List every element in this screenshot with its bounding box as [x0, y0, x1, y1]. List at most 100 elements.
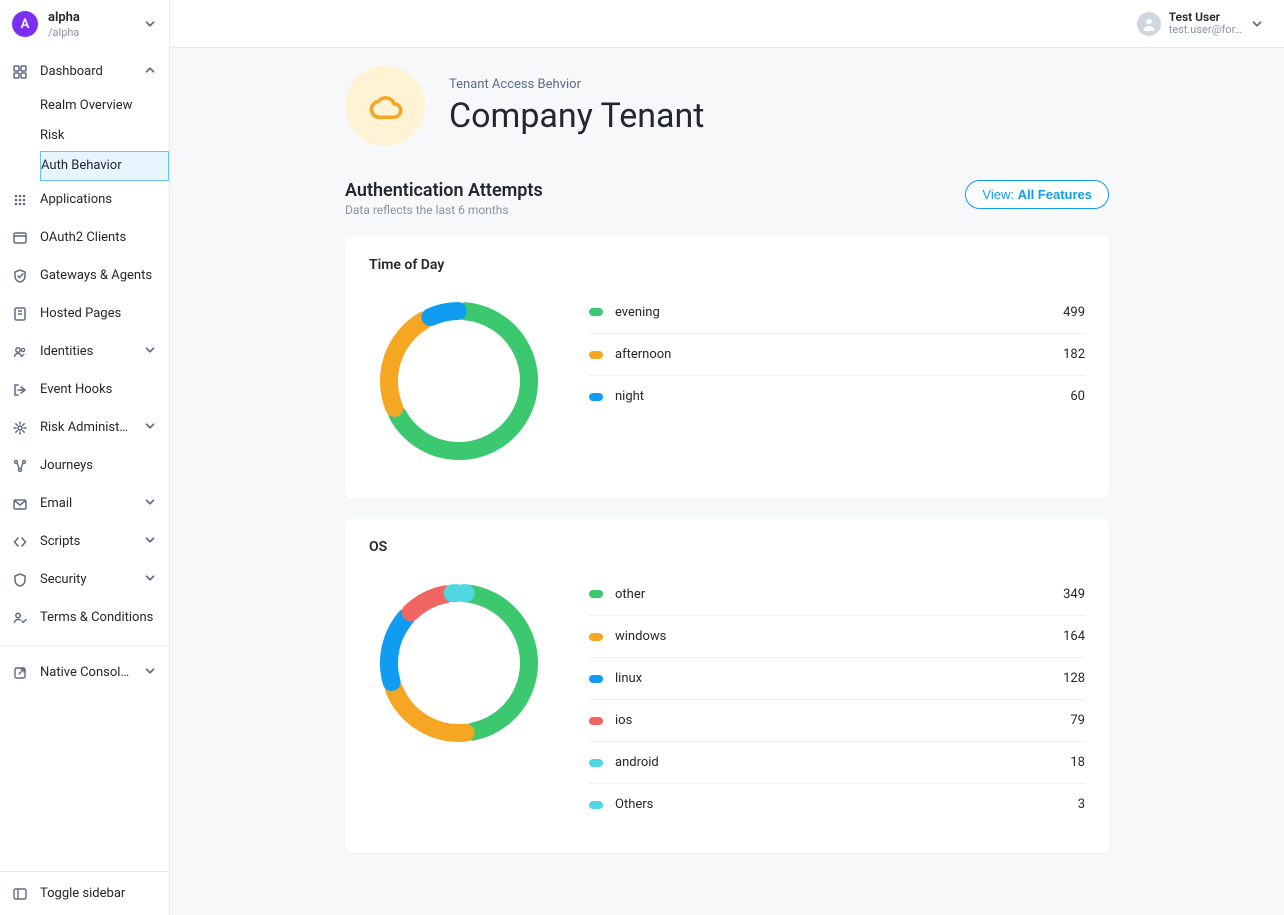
chevron-up-icon — [143, 63, 157, 81]
sidebar: A alpha /alpha Dashboard Realm Overview Ri… — [0, 0, 170, 915]
section-header: Authentication Attempts Data reflects th… — [345, 180, 1109, 217]
chevron-down-icon — [1250, 17, 1264, 31]
sidebar-item[interactable]: Native Consoles — [0, 654, 169, 692]
chevron-down-icon — [143, 571, 157, 589]
mail-icon — [12, 496, 28, 512]
legend-row: windows 164 — [589, 615, 1085, 657]
sidebar-item[interactable]: Gateways & Agents — [0, 257, 169, 295]
sidebar-item-label: Hosted Pages — [40, 306, 157, 321]
exit-icon — [12, 382, 28, 398]
donut-chart — [369, 291, 549, 471]
flow-icon — [12, 458, 28, 474]
sidebar-item-label: Dashboard — [40, 64, 131, 79]
sidebar-item[interactable]: Scripts — [0, 523, 169, 561]
legend-row: linux 128 — [589, 657, 1085, 699]
chevron-down-icon — [143, 343, 157, 361]
shield-o-icon — [12, 572, 28, 588]
legend-label: other — [615, 587, 1051, 602]
sidebar-icon — [12, 886, 28, 902]
legend-value: 349 — [1063, 587, 1085, 602]
sidebar-subitem[interactable]: Realm Overview — [40, 91, 169, 121]
section-title: Authentication Attempts — [345, 180, 543, 201]
legend-value: 18 — [1070, 755, 1085, 770]
legend-value: 3 — [1078, 797, 1085, 812]
user-email: test.user@for… — [1169, 24, 1242, 36]
user-menu[interactable]: Test User test.user@for… — [1137, 11, 1264, 36]
page-title: Company Tenant — [449, 96, 704, 136]
user-name: Test User — [1169, 11, 1242, 24]
donut-chart — [369, 573, 549, 753]
toggle-sidebar-label: Toggle sidebar — [40, 886, 125, 901]
legend-label: ios — [615, 713, 1058, 728]
chevron-down-icon — [143, 664, 157, 682]
sidebar-item[interactable]: OAuth2 Clients — [0, 219, 169, 257]
sidebar-item-label: Email — [40, 496, 131, 511]
legend-value: 182 — [1063, 347, 1085, 362]
sidebar-item-label: OAuth2 Clients — [40, 230, 157, 245]
sidebar-subitem-label: Realm Overview — [40, 98, 157, 113]
sidebar-subitem[interactable]: Auth Behavior — [40, 151, 169, 181]
sidebar-nav: Dashboard Realm Overview Risk Auth Behavior… — [0, 49, 169, 871]
legend-label: windows — [615, 629, 1051, 644]
legend-swatch — [589, 351, 603, 359]
legend-swatch — [589, 633, 603, 641]
sidebar-item[interactable]: Hosted Pages — [0, 295, 169, 333]
legend-value: 128 — [1063, 671, 1085, 686]
sidebar-item-label: Identities — [40, 344, 131, 359]
sidebar-item[interactable]: Identities — [0, 333, 169, 371]
legend-label: linux — [615, 671, 1051, 686]
view-filter-button[interactable]: View: All Features — [965, 180, 1109, 209]
sidebar-item[interactable]: Risk Administration — [0, 409, 169, 447]
apps-icon — [12, 192, 28, 208]
chart-card: Time of Dayevening499afternoon182night60 — [345, 237, 1109, 499]
sidebar-subitem[interactable]: Risk — [40, 121, 169, 151]
sidebar-item[interactable]: Terms & Conditions — [0, 599, 169, 637]
legend-row: android 18 — [589, 741, 1085, 783]
legend-swatch — [589, 717, 603, 725]
chart-card: OS other 349 windows 164 linux 128 ios 79 android… — [345, 519, 1109, 853]
legend-swatch — [589, 308, 603, 316]
legend-swatch — [589, 801, 603, 809]
sidebar-item-label: Scripts — [40, 534, 131, 549]
external-icon — [12, 665, 28, 681]
chevron-down-icon — [143, 419, 157, 437]
sidebar-divider — [0, 645, 169, 646]
page-header: Tenant Access Behvior Company Tenant — [345, 66, 1109, 146]
legend-value: 164 — [1063, 629, 1085, 644]
sidebar-item-label: Risk Administration — [40, 420, 131, 435]
sidebar-item[interactable]: Applications — [0, 181, 169, 219]
sidebar-item-label: Journeys — [40, 458, 157, 473]
content-scroll[interactable]: Tenant Access Behvior Company Tenant Aut… — [170, 48, 1284, 915]
sidebar-item-label: Applications — [40, 192, 157, 207]
legend-swatch — [589, 675, 603, 683]
tenant-switcher[interactable]: A alpha /alpha — [0, 0, 169, 49]
page-eyebrow: Tenant Access Behvior — [449, 77, 704, 92]
legend-row: evening499 — [589, 291, 1085, 333]
sidebar-item-label: Native Consoles — [40, 665, 131, 680]
sidebar-item[interactable]: Security — [0, 561, 169, 599]
tenant-path: /alpha — [48, 26, 133, 39]
sidebar-item[interactable]: Email — [0, 485, 169, 523]
page-icon — [12, 306, 28, 322]
legend-row: Others3 — [589, 783, 1085, 825]
legend-swatch — [589, 759, 603, 767]
sidebar-subitem-label: Risk — [40, 128, 157, 143]
legend-row: ios 79 — [589, 699, 1085, 741]
sidebar-item[interactable]: Journeys — [0, 447, 169, 485]
topbar: Test User test.user@for… — [170, 0, 1284, 48]
chevron-down-icon — [143, 533, 157, 551]
sidebar-item[interactable]: Event Hooks — [0, 371, 169, 409]
legend-value: 79 — [1070, 713, 1085, 728]
chevron-down-icon — [143, 495, 157, 513]
legend-swatch — [589, 590, 603, 598]
legend-label: night — [615, 389, 1058, 404]
sidebar-item-label: Security — [40, 572, 131, 587]
legend-label: android — [615, 755, 1058, 770]
toggle-sidebar-button[interactable]: Toggle sidebar — [0, 871, 169, 915]
sidebar-item-label: Terms & Conditions — [40, 610, 157, 625]
chart-legend: evening499afternoon182night60 — [589, 291, 1085, 417]
sidebar-item[interactable]: Dashboard — [0, 53, 169, 91]
chart-title: OS — [369, 539, 1085, 555]
view-filter-value: All Features — [1018, 187, 1092, 202]
legend-value: 499 — [1063, 305, 1085, 320]
